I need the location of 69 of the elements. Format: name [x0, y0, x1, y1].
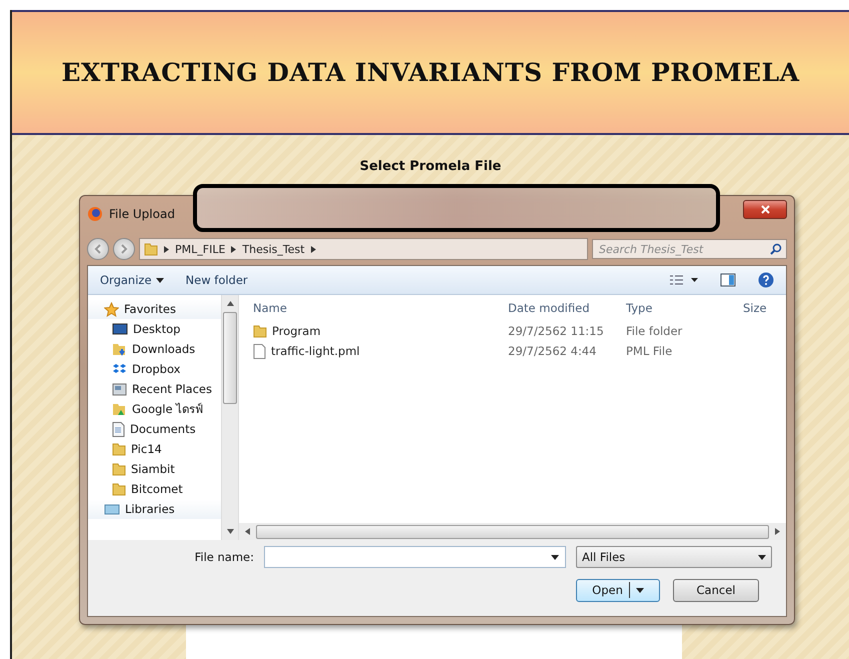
chevron-icon: [164, 246, 169, 252]
column-header[interactable]: Name: [253, 301, 508, 315]
back-button[interactable]: [87, 238, 109, 260]
search-field[interactable]: Search Thesis_Test: [592, 239, 787, 259]
section-heading: Select Promela File: [360, 159, 502, 174]
address-bar[interactable]: PML_FILE Thesis_Test: [139, 238, 588, 260]
banner-title: EXTRACTING DATA INVARIANTS FROM PROMELA: [61, 58, 800, 87]
navigation-item[interactable]: Dropbox: [88, 359, 221, 379]
scroll-down-icon[interactable]: [226, 529, 234, 534]
navigation-item[interactable]: Google ไดรฟ์: [88, 399, 221, 419]
breadcrumb[interactable]: Thesis_Test: [242, 242, 305, 256]
navigation-item[interactable]: Bitcomet: [88, 479, 221, 499]
file-name-label: File name:: [194, 550, 254, 564]
horizontal-scrollbar[interactable]: [239, 523, 786, 540]
monitor-icon: [112, 322, 128, 336]
column-header[interactable]: Type: [626, 301, 743, 315]
date-modified: 29/7/2562 4:44: [508, 344, 598, 358]
navigation-item[interactable]: Recent Places: [88, 379, 221, 399]
file-name-field[interactable]: [264, 546, 566, 568]
folder-icon: [112, 482, 126, 496]
navigation-item[interactable]: Favorites: [88, 299, 221, 319]
column-header[interactable]: Date modified: [508, 301, 626, 315]
cancel-button[interactable]: Cancel: [673, 578, 759, 602]
chevron-icon: [231, 246, 236, 252]
help-icon[interactable]: [758, 272, 774, 288]
navigation-item[interactable]: Pic14: [88, 439, 221, 459]
preview-pane-icon[interactable]: [720, 273, 736, 287]
scroll-left-icon[interactable]: [245, 528, 250, 535]
dropdown-caret-icon: [636, 588, 644, 592]
folder-icon: [112, 462, 126, 476]
scroll-up-icon[interactable]: [226, 301, 234, 306]
close-icon: [760, 205, 770, 214]
star-icon: [104, 302, 119, 316]
view-options-icon[interactable]: [670, 275, 698, 285]
navigation-item[interactable]: Documents: [88, 419, 221, 439]
chevron-icon: [310, 246, 316, 252]
date-modified: 29/7/2562 11:15: [508, 324, 605, 338]
file-name[interactable]: Program: [253, 324, 508, 338]
scroll-right-icon[interactable]: [775, 528, 780, 535]
browser-logo-icon: [87, 206, 103, 222]
navigation-item[interactable]: Downloads: [88, 339, 221, 359]
close-button[interactable]: [743, 200, 787, 219]
file-type: File folder: [626, 324, 684, 338]
dropdown-caret-icon: [551, 554, 559, 560]
navigation-item[interactable]: Siambit: [88, 459, 221, 479]
dropbox-icon: [112, 362, 127, 376]
breadcrumb[interactable]: PML_FILE: [175, 242, 226, 256]
folder-icon: [144, 242, 158, 256]
drive-folder-icon: [112, 402, 127, 416]
toolbar-button[interactable]: Organize: [100, 273, 164, 287]
file-type: PML File: [626, 344, 674, 358]
downloads-folder-icon: [112, 342, 127, 356]
search-icon: [770, 243, 782, 255]
documents-icon: [112, 422, 125, 436]
folder-icon: [253, 324, 267, 338]
dialog-title: File Upload: [109, 207, 175, 221]
recent-places-icon: [112, 382, 127, 396]
open-button[interactable]: Open: [576, 578, 660, 602]
document-icon: [253, 344, 266, 358]
toolbar-button[interactable]: New folder: [186, 273, 248, 287]
dropdown-caret-icon: [758, 554, 766, 560]
folder-icon: [112, 442, 126, 456]
column-header[interactable]: Size: [743, 301, 786, 315]
file-type-dropdown[interactable]: All Files: [576, 546, 772, 568]
forward-button[interactable]: [113, 238, 135, 260]
vertical-scrollbar[interactable]: [221, 295, 238, 540]
file-name[interactable]: traffic-light.pml: [253, 344, 508, 358]
navigation-item[interactable]: Desktop: [88, 319, 221, 339]
libraries-icon: [104, 503, 120, 515]
